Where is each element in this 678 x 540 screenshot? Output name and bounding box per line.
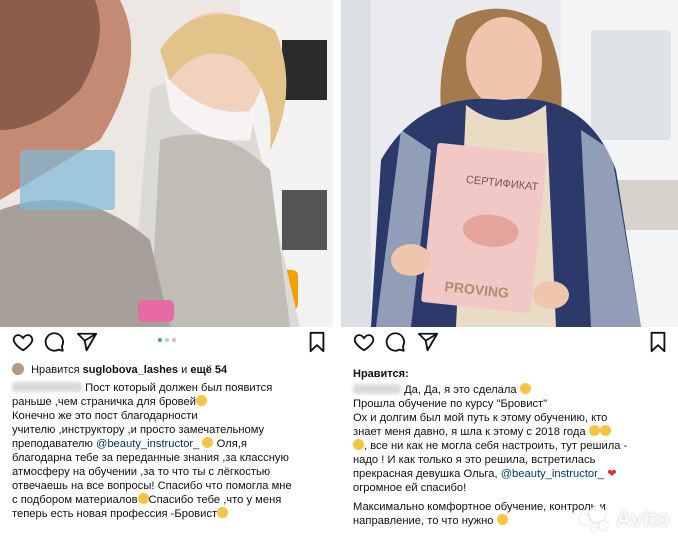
caption-line: Конечно же это пост благодарности [12,410,198,422]
right-post: СЕРТИФИКАТ PROVING Нравится: Да, Да, я э… [341,0,678,540]
ok-hand-emoji-icon [496,514,508,525]
left-caption: Пост который должен был появится раньше … [12,381,325,521]
avito-logo-text: Avito [615,506,670,531]
right-post-photo: СЕРТИФИКАТ PROVING [341,0,678,327]
caption-line: раньше ,чем страничка для бровей [12,395,325,409]
hug-emoji-icon [202,437,214,448]
left-post-photo [0,0,333,327]
likes-line: Нравится suglobova_lashes и ещё 54 [12,363,325,376]
salon-photo-right: СЕРТИФИКАТ PROVING [341,0,678,327]
share-icon[interactable] [417,331,439,353]
carousel-dots [158,338,176,342]
likes-count[interactable]: ещё 54 [190,364,227,376]
caption-line: учителю ,инструктору ,и просто замечател… [12,424,265,436]
carousel-dot [165,338,169,342]
heart-eyes-emoji-icon [217,507,229,518]
sweat-smile-emoji-icon [519,383,531,394]
grin-emoji-icon [353,439,364,450]
caption-line: Пост который должен был появится [12,381,325,395]
left-post: Нравится suglobova_lashes и ещё 54 Пост … [0,0,333,540]
likes-line: Нравится: [353,368,409,380]
caption-line: Ох и долгим был мой путь к этому обучени… [353,412,608,424]
left-actions-bar [0,331,333,355]
grin-emoji-icon [599,425,611,436]
heart-icon[interactable] [12,331,34,353]
avatar [12,363,24,375]
smile-emoji-icon [195,395,207,406]
right-actions-bar [341,331,678,355]
caption-line: атмосферу на обучении ,за то что ты с лё… [12,466,271,478]
caption-line: Прошла обучение по курсу "Бровист" [353,398,548,410]
bookmark-icon[interactable] [647,331,669,353]
carousel-dot [172,338,176,342]
caption-line: надо ! И как только я это решила, встрет… [353,454,596,466]
caption-line: теперь есть новая профессия -Бровист [12,507,325,521]
caption-line: благодарна тебе за переданные знания ,за… [12,452,289,464]
red-heart-icon: ❤ [607,468,617,480]
carousel-dot-active [158,338,162,342]
heart-icon[interactable] [353,331,375,353]
caption-line: знает меня давно, я шла к этому с 2018 г… [353,425,670,439]
caption-line: Да, Да, я это сделала [353,383,670,397]
likes-user[interactable]: suglobova_lashes [83,364,178,376]
salon-photo-left [0,0,333,327]
caption-line: огромное ей спасибо! [353,482,467,494]
grin-emoji-icon [588,425,600,436]
share-icon[interactable] [76,331,98,353]
avito-logo-icon [578,506,611,532]
caption-line: отвечаешь на все вопросы! Спасибо что по… [12,480,292,492]
mention-link[interactable]: @beauty_instructor_ [501,468,604,480]
caption-line: с подбором материалов Спасибо тебе ,что у… [12,493,282,506]
blurred-username [353,384,401,394]
blurred-username [12,382,82,392]
caption-line: , все ни как не могла себя настроить, ту… [353,439,670,453]
comment-icon[interactable] [384,331,406,353]
smile-emoji-icon [137,493,149,504]
comment-icon[interactable] [43,331,65,353]
bookmark-icon[interactable] [306,331,328,353]
mention-link[interactable]: @beauty_instructor_ [96,438,199,450]
caption-line: преподавателю @beauty_instructor_ Оля,я [12,437,247,450]
avito-watermark: Avito [578,506,670,532]
caption-line: прекрасная девушка Ольга, @beauty_instru… [353,468,617,480]
